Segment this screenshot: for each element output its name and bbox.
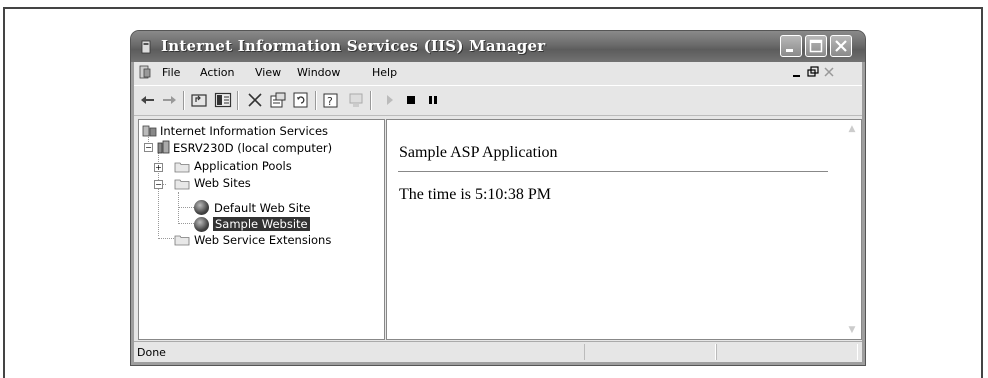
show-hide-tree-icon[interactable] — [214, 91, 232, 109]
toolbar-separator — [315, 91, 317, 110]
scroll-up-icon[interactable]: ▲ — [845, 122, 859, 136]
status-bar: Done — [134, 341, 862, 362]
website-globe-icon — [194, 200, 209, 215]
status-text: Done — [137, 346, 166, 359]
tree-item-application-pools[interactable]: Application Pools — [194, 159, 292, 173]
tree-item-web-sites[interactable]: Web Sites — [194, 176, 251, 190]
menu-action[interactable]: Action — [200, 66, 234, 79]
menu-file[interactable]: File — [162, 66, 180, 79]
window-title: Internet Information Services (IIS) Mana… — [161, 37, 546, 55]
tree-line — [178, 223, 194, 224]
minimize-icon — [786, 49, 793, 52]
time-text: The time is 5:10:38 PM — [399, 186, 551, 203]
server-icon — [157, 140, 170, 154]
maximize-icon — [809, 39, 823, 53]
child-minimize-icon[interactable] — [790, 65, 804, 79]
folder-icon — [174, 162, 190, 173]
stop-icon[interactable] — [402, 91, 420, 109]
tree-expander-expand[interactable]: + — [154, 163, 163, 172]
toolbar-separator — [183, 91, 185, 110]
forward-arrow-icon[interactable] — [160, 91, 178, 109]
child-restore-icon[interactable] — [806, 65, 820, 79]
folder-open-icon — [174, 179, 190, 190]
website-globe-icon — [194, 217, 209, 232]
mmc-icon[interactable] — [138, 65, 152, 79]
tree-line — [158, 188, 159, 236]
status-panel — [584, 344, 716, 360]
tree-pane[interactable]: Internet Information Services − ESRV230D… — [138, 119, 385, 340]
properties-icon[interactable] — [269, 91, 287, 109]
tree-item-iis-root[interactable]: Internet Information Services — [160, 124, 328, 138]
window-body: File Action View Window Help ? Internet … — [134, 62, 862, 362]
refresh-icon[interactable] — [292, 91, 310, 109]
delete-icon[interactable] — [246, 91, 264, 109]
toolbar-separator — [370, 91, 372, 110]
menu-help[interactable]: Help — [372, 66, 397, 79]
help-icon[interactable]: ? — [322, 91, 340, 109]
close-icon — [835, 40, 847, 52]
up-folder-icon[interactable] — [190, 91, 208, 109]
tree-item-web-service-extensions[interactable]: Web Service Extensions — [194, 233, 331, 247]
horizontal-rule — [398, 171, 828, 172]
tree-line — [178, 207, 194, 208]
iis-root-icon — [142, 125, 157, 137]
maximize-button[interactable] — [805, 35, 827, 57]
menu-bar: File Action View Window Help — [134, 62, 862, 84]
tree-expander-collapse[interactable]: − — [154, 180, 163, 189]
iis-manager-window: Internet Information Services (IIS) Mana… — [131, 31, 865, 365]
toolbar: ? — [134, 85, 862, 116]
tree-item-server[interactable]: ESRV230D (local computer) — [173, 141, 332, 155]
status-panel — [716, 344, 858, 360]
back-arrow-icon[interactable] — [139, 91, 157, 109]
vertical-scrollbar[interactable]: ▲ ▼ — [845, 122, 859, 337]
svg-text:?: ? — [327, 95, 333, 108]
pause-icon[interactable] — [424, 91, 442, 109]
scroll-down-icon[interactable]: ▼ — [845, 323, 859, 337]
start-icon[interactable] — [381, 91, 399, 109]
iis-app-icon — [141, 40, 151, 54]
title-bar[interactable]: Internet Information Services (IIS) Mana… — [131, 31, 865, 62]
tree-expander-collapse[interactable]: − — [144, 143, 153, 152]
toolbar-separator — [237, 91, 239, 110]
close-button[interactable] — [830, 35, 852, 57]
menu-view[interactable]: View — [255, 66, 281, 79]
tree-item-sample-website[interactable]: Sample Website — [213, 217, 310, 231]
computer-icon[interactable] — [347, 91, 365, 109]
menu-window[interactable]: Window — [297, 66, 340, 79]
tree-item-default-web-site[interactable]: Default Web Site — [214, 201, 310, 215]
content-pane: Sample ASP Application The time is 5:10:… — [386, 119, 862, 340]
folder-icon — [174, 235, 190, 246]
page-heading: Sample ASP Application — [399, 144, 558, 161]
child-close-icon[interactable] — [822, 65, 836, 79]
minimize-button[interactable] — [780, 35, 802, 57]
